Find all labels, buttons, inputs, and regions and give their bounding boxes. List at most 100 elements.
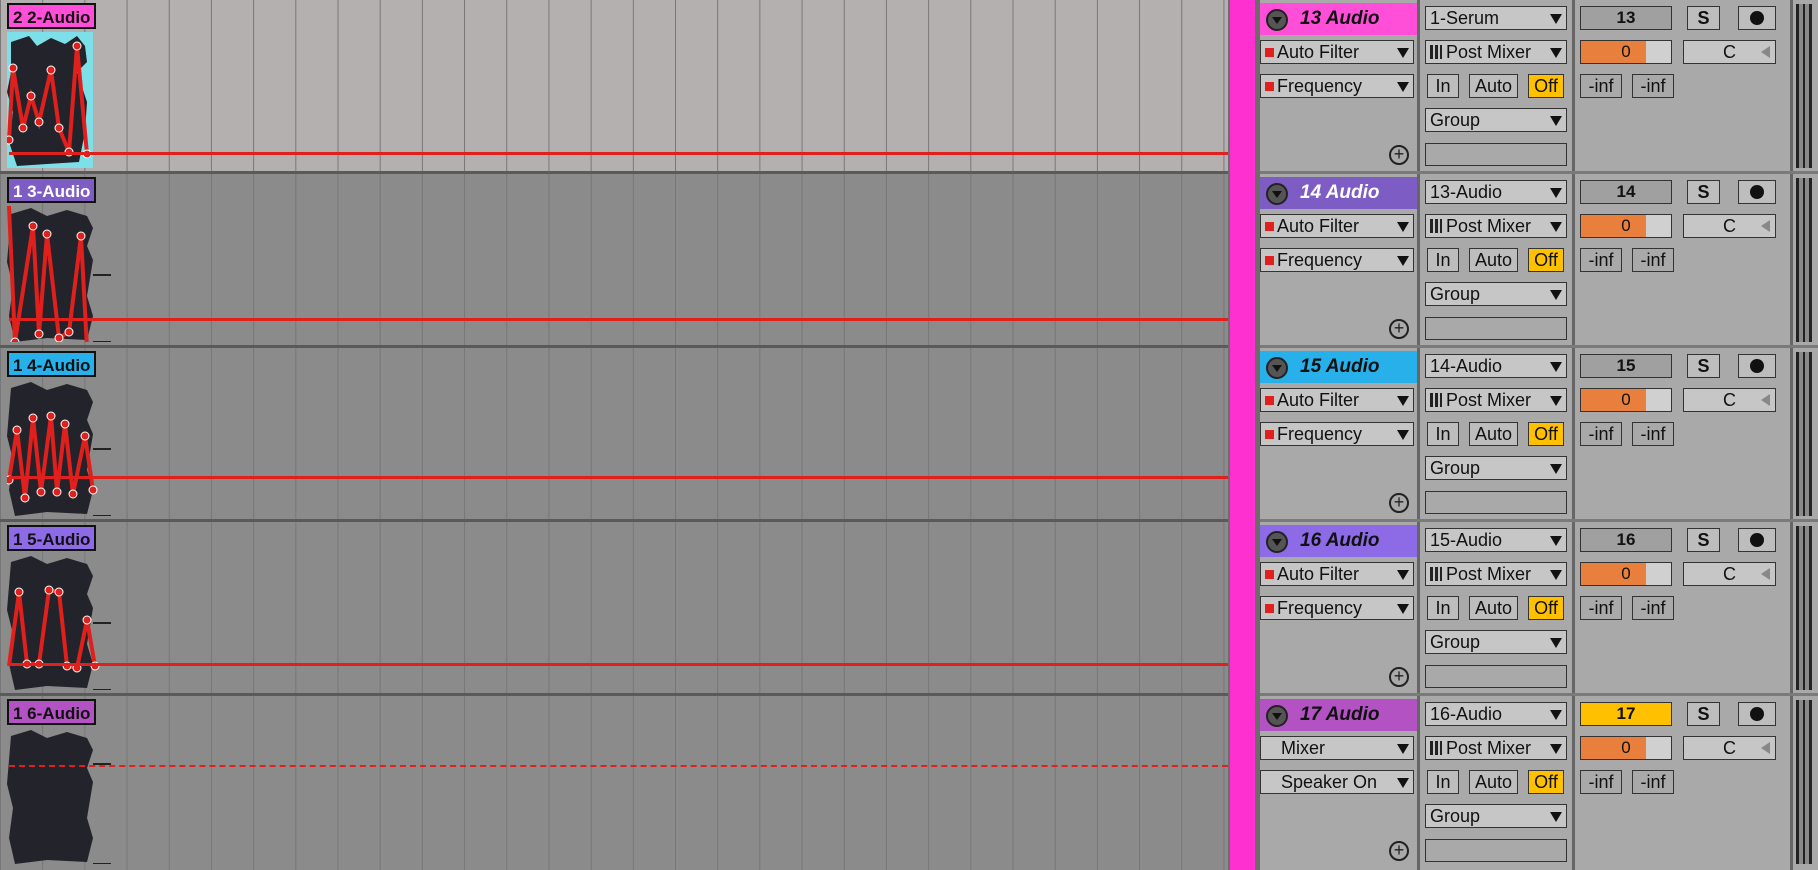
pan-slider[interactable]: C [1683,214,1776,238]
output-select[interactable]: Group [1425,804,1567,828]
device-chooser[interactable]: Auto Filter [1260,388,1414,412]
track-activator[interactable]: 14 [1580,180,1672,204]
plus-circle-icon[interactable]: + [1389,667,1409,687]
monitor-in-button[interactable]: In [1427,74,1459,98]
clip-name[interactable]: 1 4-Audio [7,351,97,377]
record-arm-icon[interactable] [1738,180,1776,204]
input-type-select[interactable]: 13-Audio [1425,180,1567,204]
parameter-chooser[interactable]: Frequency [1260,596,1414,620]
automation-line[interactable] [9,765,1228,767]
automation-line[interactable] [9,318,1228,321]
track-title[interactable]: 17 Audio [1260,699,1417,731]
output-select[interactable]: Group [1425,282,1567,306]
audio-clip[interactable] [7,380,112,516]
fold-triangle-icon[interactable] [1266,705,1288,727]
monitor-off-button[interactable]: Off [1528,248,1564,272]
fold-triangle-icon[interactable] [1266,183,1288,205]
input-channel-select[interactable]: Post Mixer [1425,736,1567,760]
volume-slider[interactable]: 0 [1580,214,1672,238]
volume-slider[interactable]: 0 [1580,40,1672,64]
solo-button[interactable]: S [1687,6,1720,30]
track-name[interactable]: 13 Audio [1300,3,1380,35]
track-activator[interactable]: 16 [1580,528,1672,552]
track-name[interactable]: 16 Audio [1300,525,1380,557]
input-type-select[interactable]: 14-Audio [1425,354,1567,378]
monitor-off-button[interactable]: Off [1528,596,1564,620]
monitor-off-button[interactable]: Off [1528,770,1564,794]
plus-circle-icon[interactable]: + [1389,145,1409,165]
clip-name[interactable]: 1 6-Audio [7,699,97,725]
monitor-auto-button[interactable]: Auto [1469,770,1518,794]
automation-line[interactable] [9,663,1228,666]
device-chooser[interactable]: Auto Filter [1260,562,1414,586]
track-name[interactable]: 17 Audio [1300,699,1380,731]
monitor-auto-button[interactable]: Auto [1469,596,1518,620]
input-channel-select[interactable]: Post Mixer [1425,562,1567,586]
input-type-select[interactable]: 16-Audio [1425,702,1567,726]
track-lane-16[interactable]: 1 5-Audio [0,522,1228,696]
record-arm-icon[interactable] [1738,702,1776,726]
output-select[interactable]: Group [1425,456,1567,480]
monitor-in-button[interactable]: In [1427,422,1459,446]
monitor-in-button[interactable]: In [1427,770,1459,794]
solo-button[interactable]: S [1687,354,1720,378]
input-channel-select[interactable]: Post Mixer [1425,214,1567,238]
track-header-15[interactable]: 15 Audio Auto Filter Frequency + 14-Audi… [1260,348,1818,519]
clip-name[interactable]: 2 2-Audio [7,3,97,29]
device-chooser[interactable]: Mixer [1260,736,1414,760]
output-channel-field[interactable] [1425,317,1567,340]
input-type-select[interactable]: 1-Serum [1425,6,1567,30]
track-header-13[interactable]: 13 Audio Auto Filter Frequency + 1-Serum… [1260,0,1818,171]
track-header-16[interactable]: 16 Audio Auto Filter Frequency + 15-Audi… [1260,522,1818,693]
output-channel-field[interactable] [1425,665,1567,688]
fold-triangle-icon[interactable] [1266,531,1288,553]
clip-name[interactable]: 1 3-Audio [7,177,97,203]
track-header-14[interactable]: 14 Audio Auto Filter Frequency + 13-Audi… [1260,174,1818,345]
parameter-chooser[interactable]: Frequency [1260,422,1414,446]
track-header-17[interactable]: 17 Audio Mixer Speaker On + 16-Audio Pos… [1260,696,1818,870]
pan-slider[interactable]: C [1683,562,1776,586]
track-activator[interactable]: 15 [1580,354,1672,378]
track-lane-13[interactable]: 2 2-Audio [0,0,1228,174]
output-select[interactable]: Group [1425,108,1567,132]
volume-slider[interactable]: 0 [1580,388,1672,412]
fold-triangle-icon[interactable] [1266,9,1288,31]
pan-slider[interactable]: C [1683,40,1776,64]
solo-button[interactable]: S [1687,528,1720,552]
output-channel-field[interactable] [1425,839,1567,862]
plus-circle-icon[interactable]: + [1389,841,1409,861]
audio-clip[interactable] [7,206,112,342]
track-activator[interactable]: 13 [1580,6,1672,30]
plus-circle-icon[interactable]: + [1389,319,1409,339]
monitor-off-button[interactable]: Off [1528,422,1564,446]
solo-button[interactable]: S [1687,702,1720,726]
parameter-chooser[interactable]: Speaker On [1260,770,1414,794]
track-lane-14[interactable]: 1 3-Audio [0,174,1228,348]
monitor-auto-button[interactable]: Auto [1469,422,1518,446]
device-chooser[interactable]: Auto Filter [1260,40,1414,64]
input-channel-select[interactable]: Post Mixer [1425,388,1567,412]
track-lane-15[interactable]: 1 4-Audio [0,348,1228,522]
monitor-off-button[interactable]: Off [1528,74,1564,98]
record-arm-icon[interactable] [1738,528,1776,552]
pan-slider[interactable]: C [1683,388,1776,412]
input-channel-select[interactable]: Post Mixer [1425,40,1567,64]
track-title[interactable]: 16 Audio [1260,525,1417,557]
fold-triangle-icon[interactable] [1266,357,1288,379]
record-arm-icon[interactable] [1738,354,1776,378]
plus-circle-icon[interactable]: + [1389,493,1409,513]
parameter-chooser[interactable]: Frequency [1260,248,1414,272]
track-lane-17[interactable]: 1 6-Audio [0,696,1228,870]
monitor-in-button[interactable]: In [1427,248,1459,272]
pan-slider[interactable]: C [1683,736,1776,760]
track-name[interactable]: 14 Audio [1300,177,1380,209]
track-title[interactable]: 14 Audio [1260,177,1417,209]
record-arm-icon[interactable] [1738,6,1776,30]
audio-clip[interactable] [7,554,112,690]
monitor-in-button[interactable]: In [1427,596,1459,620]
track-activator[interactable]: 17 [1580,702,1672,726]
automation-line[interactable] [9,476,1228,479]
device-chooser[interactable]: Auto Filter [1260,214,1414,238]
input-type-select[interactable]: 15-Audio [1425,528,1567,552]
parameter-chooser[interactable]: Frequency [1260,74,1414,98]
